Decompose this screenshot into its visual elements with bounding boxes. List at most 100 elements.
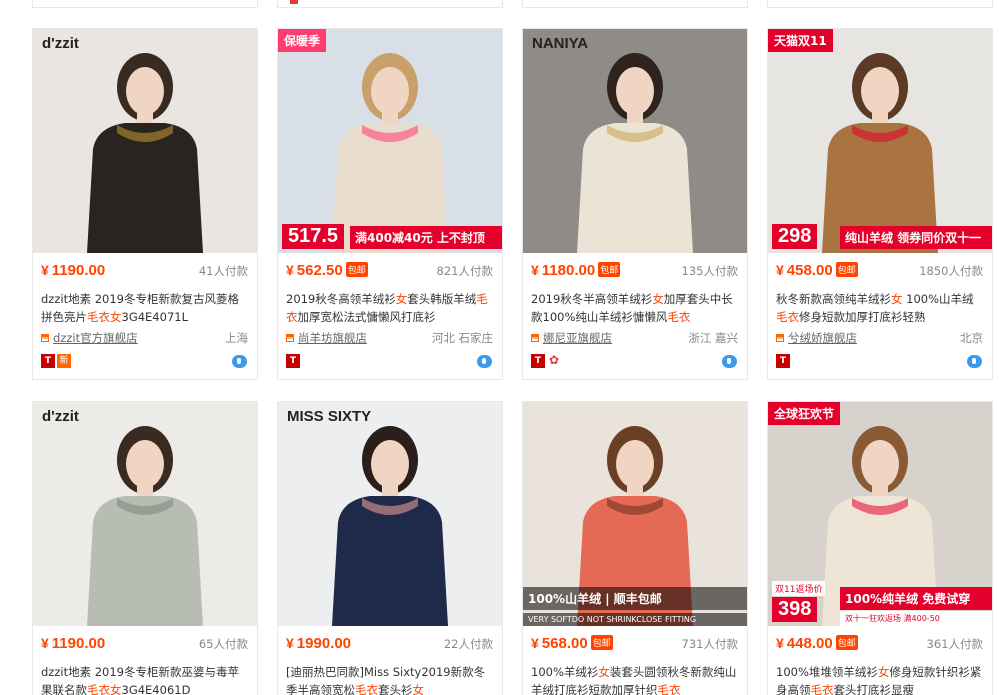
sales-count: 731人付款 (681, 637, 738, 651)
sales-count: 135人付款 (681, 264, 738, 278)
service-icons-row: T ✿ (523, 350, 747, 376)
product-title-link[interactable]: 2019秋冬半高领羊绒衫女加厚套头中长款100%纯山羊绒衫慵懒风毛衣 (523, 290, 747, 326)
promo-subtext: VERY SOFTDO NOT SHRINKCLOSE FITTING (523, 613, 747, 626)
currency-symbol: ¥ (531, 262, 539, 278)
title-segment: 女 (652, 292, 664, 306)
product-photo (33, 29, 257, 253)
price-row: ¥1190.00 65人付款 (33, 626, 257, 663)
price: ¥1180.00 包邮 (531, 261, 621, 279)
price-row: ¥1190.00 41人付款 (33, 253, 257, 290)
promo-subtext: 双十一狂欢返场 满400-50 (840, 611, 992, 626)
wangwang-chat-icon[interactable] (232, 355, 247, 368)
price-value: 1190.00 (51, 262, 106, 279)
shop-icon (776, 334, 784, 342)
price-row: ¥448.00 包邮 361人付款 (768, 626, 992, 663)
previous-row-card-edge (32, 0, 258, 8)
price-row: ¥1180.00 包邮 135人付款 (523, 253, 747, 290)
price-value: 458.00 (786, 262, 833, 279)
product-image[interactable]: MISS SIXTY (278, 402, 502, 626)
title-segment: 毛衣 (667, 310, 691, 324)
product-card[interactable]: d'zzit ¥1190.00 65人付款 dzzit地素 2019冬专柜新款巫… (32, 401, 258, 695)
product-photo (278, 29, 502, 253)
shop-name-link[interactable]: 娜尼亚旗舰店 (543, 330, 612, 346)
wangwang-chat-icon[interactable] (967, 355, 982, 368)
sales-count: 821人付款 (436, 264, 493, 278)
product-card[interactable]: 100%山羊绒 | 顺丰包邮 VERY SOFTDO NOT SHRINKCLOS… (522, 401, 748, 695)
product-card[interactable]: 天猫双11 298 纯山羊绒 领券同价双十一 ¥458.00 包邮 1850人付款 秋… (767, 28, 993, 380)
shop-name-link[interactable]: 尚羊坊旗舰店 (298, 330, 367, 346)
price-value: 562.50 (296, 262, 343, 279)
brand-logo: d'zzit (42, 408, 79, 425)
title-segment: 套头韩版羊绒 (407, 292, 477, 306)
shop-row: dzzit官方旗舰店 上海 (33, 328, 257, 350)
product-card[interactable]: 保暖季 517.5 满400减40元 上不封顶 ¥562.50 包邮 821人付款 2… (277, 28, 503, 380)
title-segment: 100%山羊绒 (902, 292, 974, 306)
product-title-link[interactable]: 2019秋冬高领羊绒衫女套头韩版羊绒毛衣加厚宽松法式慵懒风打底衫 (278, 290, 502, 326)
product-image[interactable]: 天猫双11 298 纯山羊绒 领券同价双十一 (768, 29, 992, 253)
location: 浙江 嘉兴 (688, 331, 738, 345)
shop-row: 娜尼亚旗舰店 浙江 嘉兴 (523, 328, 747, 350)
shop-row: 尚羊坊旗舰店 河北 石家庄 (278, 328, 502, 350)
wangwang-chat-icon[interactable] (477, 355, 492, 368)
service-icons-row: T (278, 350, 502, 376)
product-image[interactable]: 保暖季 517.5 满400减40元 上不封顶 (278, 29, 502, 253)
price-row: ¥562.50 包邮 821人付款 (278, 253, 502, 290)
title-segment: 套头打底衫显瘦 (833, 683, 915, 695)
tmall-icon[interactable]: T (776, 354, 790, 368)
price: ¥1190.00 (41, 635, 105, 652)
price-value: 1990.00 (296, 635, 352, 652)
product-image[interactable]: 100%山羊绒 | 顺丰包邮 VERY SOFTDO NOT SHRINKCLOS… (523, 402, 747, 626)
product-title-link[interactable]: 100%羊绒衫女装套头圆领秋冬新款纯山羊绒打底衫短款加厚针织毛衣 (523, 663, 747, 695)
product-card[interactable]: 全球狂欢节 双11返场价 398 100%纯羊绒 免费试穿 双十一狂欢返场 满400-5… (767, 401, 993, 695)
product-title-link[interactable]: dzzit地素 2019冬专柜新款复古风菱格拼色亮片毛衣女3G4E4071L (33, 290, 257, 326)
title-segment: 加厚宽松法式慵懒风打底衫 (297, 310, 436, 324)
location: 河北 石家庄 (431, 331, 493, 345)
free-shipping-badge: 包邮 (835, 634, 858, 650)
product-photo (768, 29, 992, 253)
currency-symbol: ¥ (41, 635, 49, 651)
product-image[interactable]: 全球狂欢节 双11返场价 398 100%纯羊绒 免费试穿 双十一狂欢返场 满400-5… (768, 402, 992, 626)
product-title-link[interactable]: 秋冬新款高领纯羊绒衫女 100%山羊绒毛衣修身短款加厚打底衫轻熟 (768, 290, 992, 326)
price: ¥568.00 包邮 (531, 634, 613, 652)
shop-name-link[interactable]: dzzit官方旗舰店 (53, 330, 138, 346)
shop-icon (531, 334, 539, 342)
promo-text: 纯山羊绒 领券同价双十一 (840, 226, 992, 249)
wangwang-chat-icon[interactable] (722, 355, 737, 368)
sales-count: 22人付款 (443, 637, 493, 651)
currency-symbol: ¥ (286, 635, 294, 651)
product-card[interactable]: NANIYA ¥1180.00 包邮 135人付款 2019秋冬半高领羊绒衫女加厚… (522, 28, 748, 380)
product-image[interactable]: d'zzit (33, 402, 257, 626)
free-shipping-badge: 包邮 (835, 261, 858, 277)
product-image[interactable]: d'zzit (33, 29, 257, 253)
shop-name-link[interactable]: 兮绒娇旗舰店 (788, 330, 857, 346)
title-segment: 2019秋冬高领羊绒衫 (286, 292, 396, 306)
product-image[interactable]: NANIYA (523, 29, 747, 253)
promo-text: 100%纯羊绒 免费试穿 (840, 587, 992, 610)
title-segment: 100%堆堆领羊绒衫 (776, 665, 878, 679)
product-card[interactable]: d'zzit ¥1190.00 41人付款 dzzit地素 2019冬专柜新款复… (32, 28, 258, 380)
title-segment: 秋冬新款高领纯羊绒衫 (776, 292, 891, 306)
shop-icon (41, 334, 49, 342)
price: ¥1190.00 (41, 262, 105, 279)
title-segment: 3G4E4061D (121, 683, 191, 695)
product-title-link[interactable]: [迪丽热巴同款]Miss Sixty2019新款冬季半高领宽松毛衣套头衫女 (278, 663, 502, 695)
shop-icon (286, 334, 294, 342)
tmall-icon[interactable]: T (41, 354, 55, 368)
title-segment: 女 (598, 665, 610, 679)
price-value: 1180.00 (541, 262, 596, 279)
currency-symbol: ¥ (531, 635, 539, 651)
promo-label: 双11返场价 (772, 581, 826, 596)
tmall-icon[interactable]: T (286, 354, 300, 368)
title-segment: 毛衣女 (87, 683, 122, 695)
title-segment: 套头衫 (378, 683, 413, 695)
product-title-link[interactable]: 100%堆堆领羊绒衫女修身短款针织衫紧身高领毛衣套头打底衫显瘦 (768, 663, 992, 695)
price: ¥1990.00 (286, 635, 351, 652)
previous-row-card-edge (522, 0, 748, 8)
price-value: 568.00 (541, 635, 588, 652)
product-title-link[interactable]: dzzit地素 2019冬专柜新款巫婆与毒苹果联名款毛衣女3G4E4061D (33, 663, 257, 695)
product-photo (33, 402, 257, 626)
tmall-icon[interactable]: T (531, 354, 545, 368)
brand-logo: NANIYA (532, 35, 589, 52)
title-segment: 女 (412, 683, 425, 695)
product-card[interactable]: MISS SIXTY ¥1990.00 22人付款 [迪丽热巴同款]Miss S… (277, 401, 503, 695)
